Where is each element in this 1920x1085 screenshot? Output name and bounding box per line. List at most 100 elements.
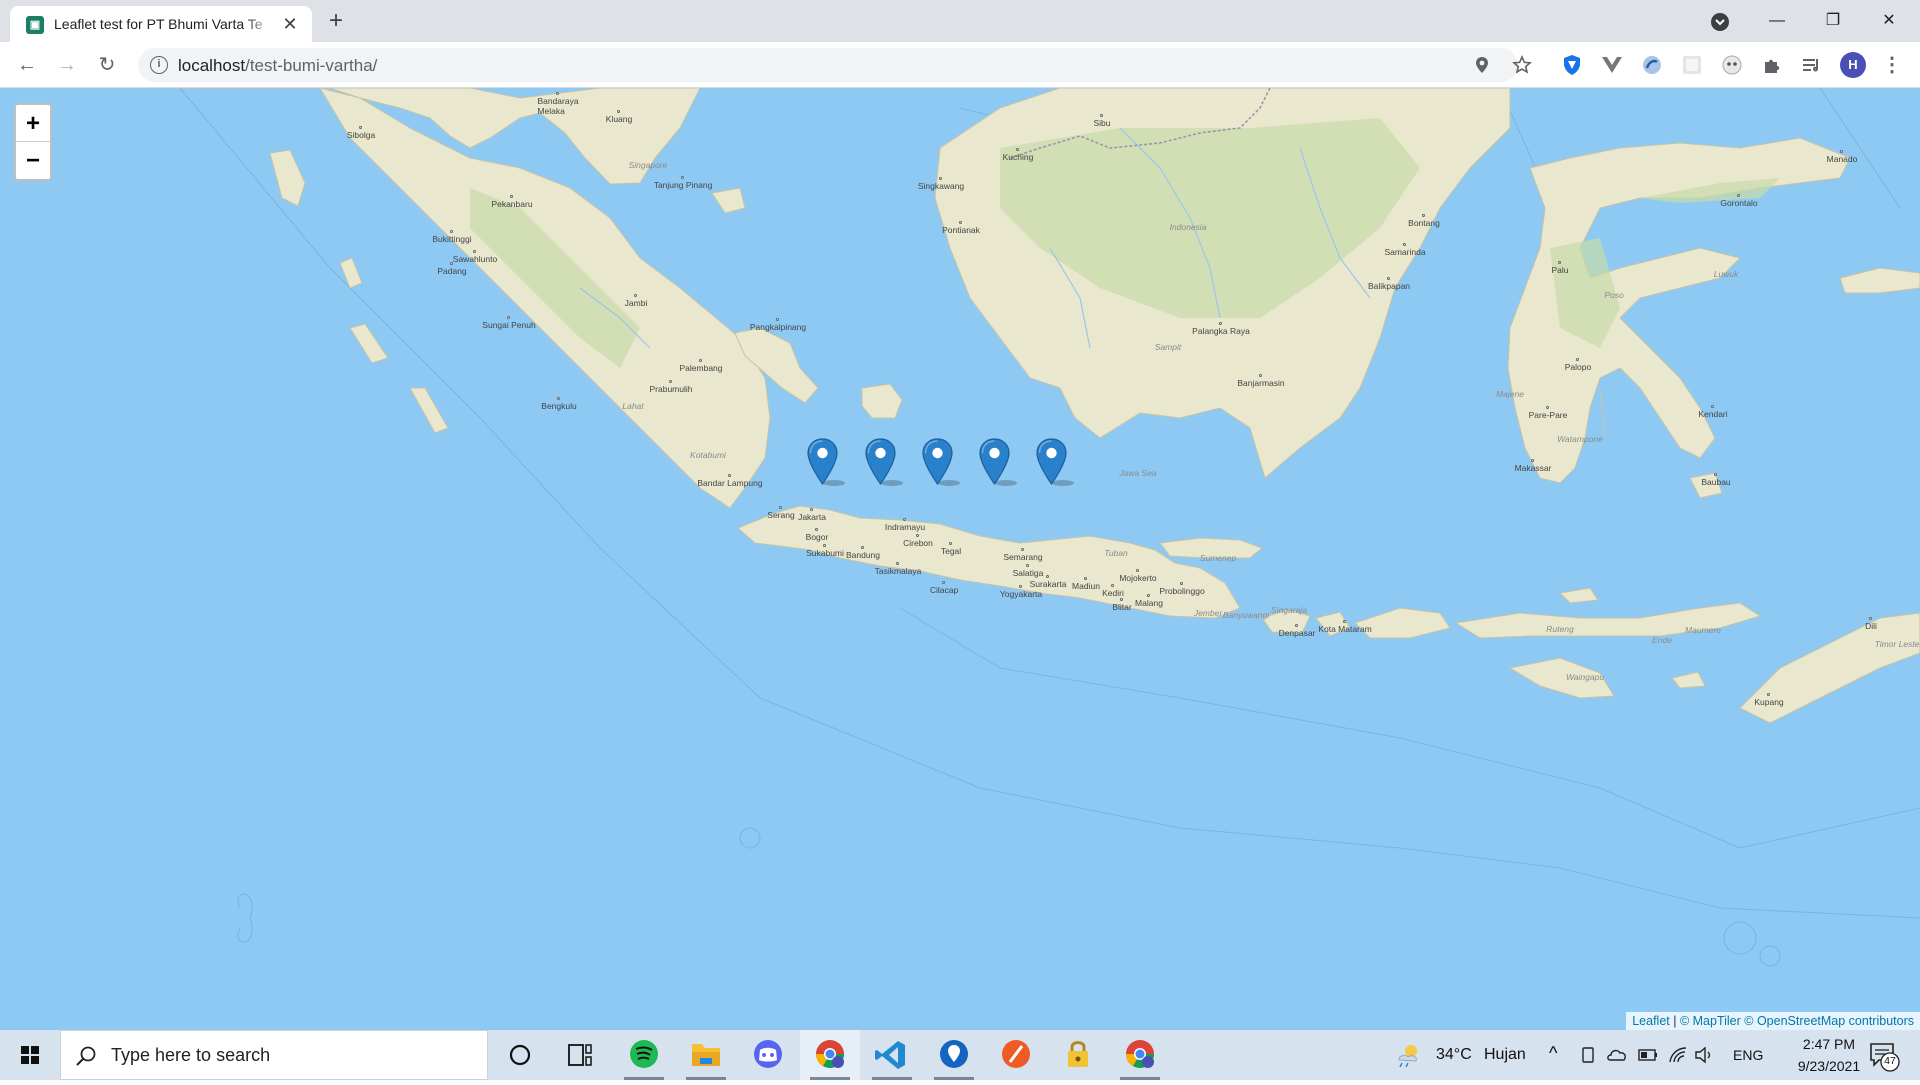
city-dot (557, 397, 560, 400)
city-dot (823, 544, 826, 547)
clock-date[interactable]: 9/23/2021 (1788, 1058, 1870, 1074)
taskbar-spotify[interactable] (614, 1030, 674, 1080)
city-dot (728, 474, 731, 477)
map-marker-pin[interactable] (978, 438, 1017, 486)
media-control-icon[interactable] (1800, 53, 1824, 77)
forward-icon[interactable]: → (52, 50, 82, 80)
folder-icon (692, 1044, 720, 1066)
taskbar-keepass[interactable] (1048, 1030, 1108, 1080)
vscode-icon (875, 1041, 905, 1069)
city-dot (1295, 624, 1298, 627)
weather-desc[interactable]: Hujan (1484, 1046, 1526, 1064)
wifi-icon[interactable] (1668, 1046, 1688, 1064)
city-dot (1120, 598, 1123, 601)
site-info-icon[interactable]: i (150, 56, 168, 74)
extensions-puzzle-icon[interactable] (1760, 53, 1784, 77)
city-dot (1869, 617, 1872, 620)
map-marker-pin[interactable] (806, 438, 845, 486)
map-marker-pin[interactable] (864, 438, 903, 486)
new-tab-button[interactable]: + (322, 8, 350, 36)
city-label: Sungai Penuh (482, 320, 536, 330)
city-dot (359, 126, 362, 129)
notification-center[interactable]: 47 (1866, 1040, 1906, 1072)
city-dot (1019, 585, 1022, 588)
city-label: Serang (767, 510, 795, 520)
city-dot (473, 250, 476, 253)
vue-devtools-icon[interactable] (1600, 53, 1624, 77)
taskbar-vscode[interactable] (862, 1030, 922, 1080)
profile-avatar[interactable]: H (1840, 52, 1866, 78)
marker-icon (865, 438, 903, 486)
leaflet-link[interactable]: Leaflet (1632, 1014, 1670, 1028)
city-dot (1546, 406, 1549, 409)
map-marker-pin[interactable] (1035, 438, 1074, 486)
city-dot (1100, 114, 1103, 117)
task-view-icon (568, 1044, 592, 1066)
city-dot (617, 110, 620, 113)
zoom-out-button[interactable]: − (16, 142, 50, 179)
city-dot (1016, 148, 1019, 151)
maptiler-link[interactable]: © MapTiler (1680, 1014, 1741, 1028)
discord-icon (754, 1040, 782, 1068)
city-label: Salatiga (1012, 568, 1044, 578)
taskbar-file-explorer[interactable] (676, 1030, 736, 1080)
language-indicator[interactable]: ENG (1733, 1047, 1763, 1063)
browser-tab[interactable]: ▣ Leaflet test for PT Bhumi Varta Te ✕ (10, 6, 312, 42)
weather-temp[interactable]: 34°C (1436, 1046, 1472, 1064)
restore-button[interactable]: ❐ (1810, 6, 1856, 36)
map-marker-pin[interactable] (921, 438, 960, 486)
city-dot (1343, 620, 1346, 623)
chevron-up-icon[interactable]: ^ (1549, 1043, 1557, 1064)
osm-link[interactable]: © OpenStreetMap contributors (1744, 1014, 1914, 1028)
taskbar-maps[interactable] (924, 1030, 984, 1080)
notification-count: 47 (1884, 1055, 1896, 1067)
shield-extension-icon[interactable] (1560, 53, 1584, 77)
city-dot (1219, 322, 1222, 325)
city-dot (556, 92, 559, 95)
reload-icon[interactable]: ↻ (92, 50, 122, 80)
extension-grid-icon[interactable] (1680, 53, 1704, 77)
city-label: Palembang (679, 363, 723, 373)
city-dot (942, 581, 945, 584)
browser-menu-icon[interactable]: ⋮ (1880, 52, 1904, 78)
cortana-button[interactable] (490, 1030, 550, 1080)
window-close-button[interactable]: ✕ (1866, 6, 1912, 36)
city-label: Pekanbaru (491, 199, 533, 209)
city-dot (779, 506, 782, 509)
city-label: Baubau (1701, 477, 1731, 487)
volume-icon[interactable] (1694, 1046, 1714, 1064)
city-dot (510, 195, 513, 198)
city-dot (916, 534, 919, 537)
battery-icon[interactable] (1638, 1048, 1658, 1062)
back-icon[interactable]: ← (12, 50, 42, 80)
bookmark-star-icon[interactable] (1512, 55, 1532, 75)
weather-rain-icon[interactable] (1394, 1042, 1422, 1068)
city-label: Jakarta (798, 512, 826, 522)
taskbar-search[interactable]: Type here to search (60, 1030, 488, 1080)
minimize-button[interactable]: — (1754, 6, 1800, 36)
address-bar[interactable]: i localhost/test-bumi-vartha/ (138, 48, 1532, 82)
windows-start-icon[interactable] (0, 1030, 60, 1080)
taskbar-discord[interactable] (738, 1030, 798, 1080)
onedrive-cloud-icon[interactable] (1606, 1047, 1628, 1063)
tab-search-icon[interactable] (1708, 10, 1732, 34)
tab-close-icon[interactable]: ✕ (280, 14, 300, 34)
taskbar-chrome-profile[interactable] (1110, 1030, 1170, 1080)
city-label: Pare-Pare (1528, 410, 1568, 420)
city-dot (1136, 569, 1139, 572)
city-dot (1767, 693, 1770, 696)
task-view-button[interactable] (550, 1030, 610, 1080)
browser-toolbar: ← → ↻ i localhost/test-bumi-vartha/ H ⋮ (0, 42, 1920, 88)
clock-time[interactable]: 2:47 PM (1794, 1036, 1864, 1052)
city-label: Sibu (1093, 118, 1111, 128)
extension-panda-icon[interactable] (1720, 53, 1744, 77)
leaflet-map[interactable]: Bandaraya Melaka Kluang Singapore Tanjung P… (0, 88, 1920, 1030)
taskbar-chrome-active[interactable] (800, 1030, 860, 1080)
extension-swirl-icon[interactable] (1640, 53, 1664, 77)
url-text[interactable]: localhost/test-bumi-vartha/ (178, 56, 377, 76)
chrome-profile-icon (1126, 1040, 1154, 1068)
location-icon[interactable] (1472, 55, 1492, 75)
device-icon[interactable] (1580, 1046, 1596, 1064)
zoom-in-button[interactable]: + (16, 105, 50, 142)
taskbar-postman[interactable] (986, 1030, 1046, 1080)
